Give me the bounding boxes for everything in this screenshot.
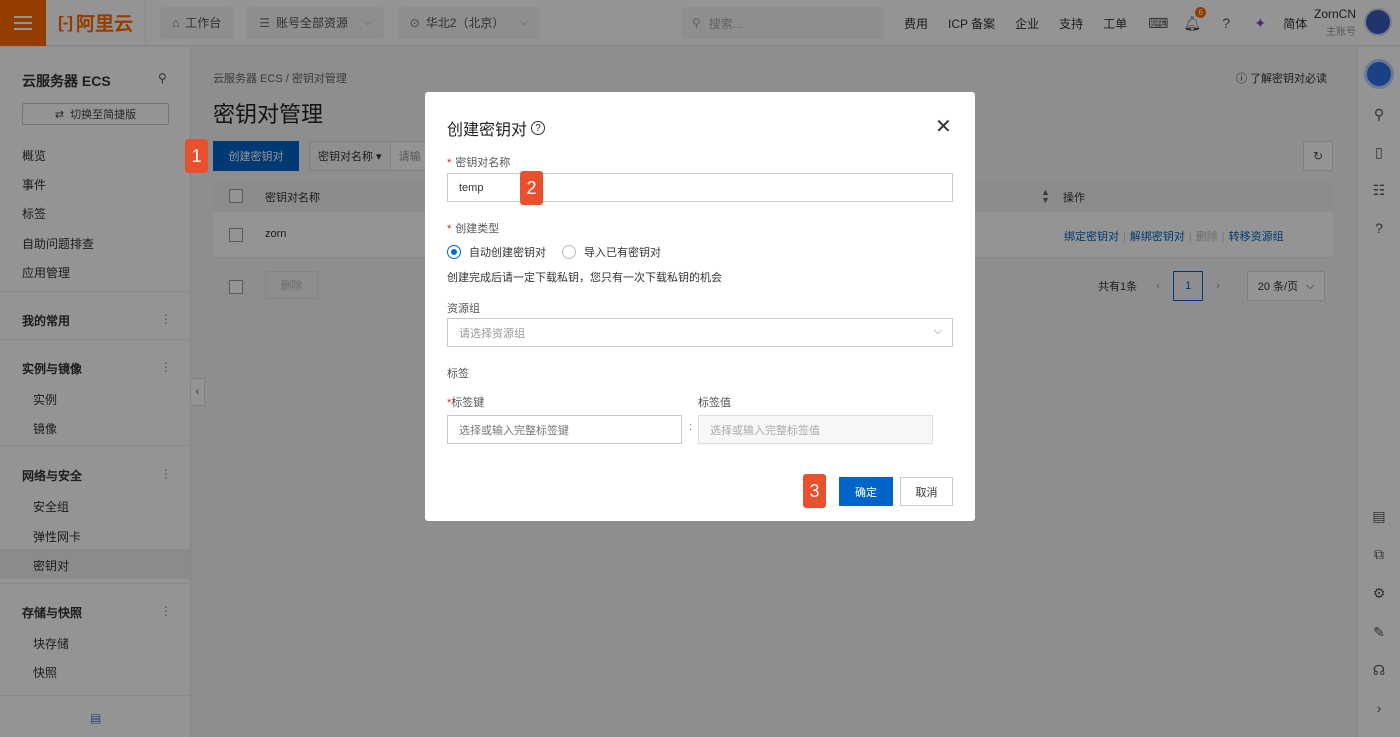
tag-key-label: *标签键 (447, 394, 484, 410)
radio-auto-create[interactable] (447, 245, 461, 259)
confirm-button[interactable]: 确定 (839, 477, 893, 506)
step-marker-1: 1 (185, 139, 208, 173)
download-tip: 创建完成后请一定下载私钥，您只有一次下载私钥的机会 (447, 272, 722, 284)
tag-value-input[interactable]: 选择或输入完整标签值 (698, 415, 933, 444)
radio-import-label[interactable]: 导入已有密钥对 (584, 244, 661, 260)
resource-group-placeholder: 请选择资源组 (459, 327, 525, 340)
step-marker-3: 3 (803, 474, 826, 508)
required-mark: * (447, 223, 452, 235)
radio-auto-create-label[interactable]: 自动创建密钥对 (469, 244, 546, 260)
radio-import[interactable] (562, 245, 576, 259)
dialog-title-text: 创建密钥对 (447, 122, 528, 139)
help-icon[interactable]: ? (531, 121, 546, 135)
close-icon[interactable]: ✕ (935, 114, 952, 139)
tag-key-input[interactable]: 选择或输入完整标签键 (447, 415, 682, 444)
create-keypair-dialog: 创建密钥对 ? ✕ * 密钥对名称 temp * 创建类型 自动创建密钥对 导入已有… (425, 92, 975, 521)
chevron-down-icon: ⌵ (933, 325, 942, 337)
type-radio-group: 自动创建密钥对 导入已有密钥对 (447, 244, 661, 260)
type-label: * 创建类型 (447, 220, 499, 236)
tag-value-label: 标签值 (698, 397, 731, 409)
resource-group-select[interactable]: 请选择资源组 ⌵ (447, 318, 953, 347)
resource-group-label: 资源组 (447, 303, 480, 315)
tags-label: 标签 (447, 368, 469, 380)
cancel-button[interactable]: 取消 (900, 477, 953, 506)
step-marker-2: 2 (520, 171, 543, 205)
tag-separator: : (689, 421, 693, 433)
name-label: * 密钥对名称 (447, 154, 510, 170)
required-mark: * (447, 157, 452, 169)
tag-key-label-text: 标签键 (451, 397, 485, 409)
name-label-text: 密钥对名称 (455, 157, 511, 169)
dialog-title: 创建密钥对 ? (447, 116, 546, 140)
type-label-text: 创建类型 (455, 223, 500, 235)
